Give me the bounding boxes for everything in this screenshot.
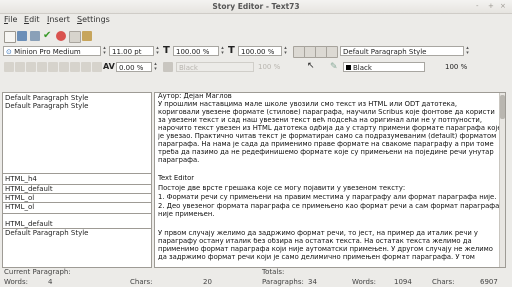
menu-settings[interactable]: Settings — [77, 15, 110, 24]
maximize-button[interactable]: + — [488, 2, 494, 10]
open-icon[interactable] — [17, 31, 27, 41]
new-icon[interactable] — [4, 31, 16, 43]
fill-color-select[interactable]: Black — [176, 62, 254, 72]
vertical-scale-spin[interactable]: ▴ ▾ — [283, 46, 288, 56]
menu-edit[interactable]: Edit — [24, 15, 40, 24]
chars-label: Chars: — [130, 278, 153, 286]
text-line: да задржимо формат речи који је само дел… — [158, 254, 475, 261]
text-line: У првом случају желимо да задржимо форма… — [158, 230, 478, 237]
total-words-label: Words: — [352, 278, 376, 286]
total-chars-label: Chars: — [432, 278, 455, 286]
totals-label: Totals: — [262, 268, 285, 276]
style-row[interactable]: HTML_default — [5, 185, 53, 193]
checkmark-icon[interactable]: ✔ — [43, 31, 53, 41]
horizontal-scale-field[interactable]: 100.00 % — [173, 46, 219, 56]
menu-insert[interactable]: Insert — [47, 15, 70, 24]
text-line: није примењен. — [158, 211, 215, 218]
minimize-button[interactable]: - — [476, 2, 479, 10]
horizontal-scale-spin[interactable]: ▴ ▾ — [220, 46, 225, 56]
paragraph-style-dropdown[interactable]: ▴ ▾ — [465, 46, 470, 56]
underline-words-icon[interactable] — [15, 62, 25, 72]
stroke-color-icon: ✎ — [330, 62, 338, 72]
menu-bar: File Edit Insert Settings — [0, 15, 512, 26]
style-row[interactable]: HTML_default — [5, 220, 53, 228]
text-effects-toolbar: AV 0.00 % ▴ ▾ Black 100 % ↖ ✎ Black 100 % — [0, 60, 512, 74]
total-words-value: 1094 — [394, 278, 412, 286]
text-line: параграфа. — [158, 157, 200, 164]
text-line: Text Editor — [158, 175, 195, 182]
text-line: У прошлим наставцима мале школе увозили … — [158, 101, 458, 108]
subscript-icon[interactable] — [26, 62, 36, 72]
text-line: нарочито текст увезен из HTML датотека о… — [158, 125, 502, 132]
window-title: Story Editor - Text73 — [212, 2, 300, 11]
allcaps-icon[interactable] — [48, 62, 58, 72]
style-row[interactable]: HTML_ol — [5, 203, 34, 211]
mouse-cursor-icon: ↖ — [307, 61, 315, 71]
vertical-scale-icon: T — [228, 45, 235, 56]
vertical-scrollbar[interactable] — [499, 93, 505, 267]
tracking-field[interactable]: 0.00 % — [116, 62, 152, 72]
style-row[interactable]: HTML_ol — [5, 194, 34, 202]
outline-icon[interactable] — [81, 62, 91, 72]
smallcaps-icon[interactable] — [59, 62, 69, 72]
paragraph-styles-list: Default Paragraph Style Default Paragrap… — [2, 92, 152, 268]
stroke-shade-label[interactable]: 100 % — [445, 63, 467, 71]
tracking-icon: AV — [103, 62, 115, 71]
text-line: параграфу остану италик без обзира на ос… — [158, 238, 472, 245]
current-paragraph-label: Current Paragraph: — [4, 268, 71, 276]
words-value: 4 — [48, 278, 53, 286]
text-line: кориговали увезене формате (стилове) пар… — [158, 109, 495, 116]
fill-color-icon — [163, 62, 173, 72]
tracking-spin[interactable]: ▴ ▾ — [153, 62, 158, 72]
fill-shade-label[interactable]: 100 % — [258, 63, 280, 71]
text-line: је увезао. Практично читав текст је форм… — [158, 133, 497, 140]
chars-value: 20 — [203, 278, 212, 286]
paragraphs-label: Paragraphs: — [262, 278, 304, 286]
text-line: применимо формат параграфа који није аут… — [158, 246, 493, 253]
words-label: Words: — [4, 278, 28, 286]
font-toolbar: ⊙ Minion Pro Medium ▴ ▾ 11.00 pt ▴ ▾ T 100… — [0, 44, 512, 58]
status-bar: Current Paragraph: Words: 4 Chars: 20 To… — [0, 268, 512, 287]
underline-icon[interactable] — [4, 62, 14, 72]
text-line: за увезени текст и сад наш увезени текст… — [158, 117, 483, 124]
close-button[interactable]: × — [500, 2, 506, 10]
action-toolbar: ✔ — [0, 29, 512, 43]
title-bar: Story Editor - Text73 - + × — [0, 0, 512, 14]
style-row[interactable]: Default Paragraph Style — [5, 229, 88, 237]
total-chars-value: 6907 — [480, 278, 498, 286]
font-preview-icon[interactable] — [82, 31, 92, 41]
paragraph-style-select[interactable]: Default Paragraph Style — [340, 46, 464, 56]
stop-icon[interactable] — [56, 31, 66, 41]
style-row[interactable]: Default Paragraph Style — [5, 94, 88, 102]
text-line: Аутор: Дејан Маглов — [158, 93, 232, 100]
superscript-icon[interactable] — [37, 62, 47, 72]
shadow-icon[interactable] — [92, 62, 102, 72]
stroke-color-select[interactable]: Black — [343, 62, 425, 72]
vertical-scale-field[interactable]: 100.00 % — [238, 46, 282, 56]
font-type-icon: ⊙ — [6, 48, 15, 56]
scrollbar-thumb[interactable] — [500, 95, 505, 119]
text-line: треба да пазимо да не редефинишемо форма… — [158, 149, 494, 156]
text-line: параграфа. На нама је сада да применимо … — [158, 141, 494, 148]
save-icon[interactable] — [30, 31, 40, 41]
text-editor[interactable]: Аутор: Дејан Маглов У прошлим наставцима… — [154, 92, 506, 268]
paragraphs-value: 34 — [308, 278, 317, 286]
font-size-stepper[interactable]: ▴ ▾ — [102, 46, 107, 56]
font-size-spin[interactable]: ▴ ▾ — [155, 46, 160, 56]
text-line: Постоје две врсте грешака које се могу п… — [158, 185, 406, 192]
text-line: 2. Део увезеног формата параграфа се при… — [158, 203, 500, 210]
refresh-icon[interactable] — [69, 31, 81, 43]
strikethrough-icon[interactable] — [70, 62, 80, 72]
horizontal-scale-icon: T — [163, 45, 170, 56]
align-justify-icon[interactable] — [326, 46, 338, 58]
font-size-field[interactable]: 11.00 pt — [109, 46, 154, 56]
style-row[interactable]: HTML_h4 — [5, 175, 37, 183]
menu-file[interactable]: File — [4, 15, 17, 24]
font-family-select[interactable]: ⊙ Minion Pro Medium — [3, 46, 101, 56]
style-row[interactable]: Default Paragraph Style — [5, 102, 88, 110]
text-line: 1. Формати речи су примењени на правим м… — [158, 194, 497, 201]
